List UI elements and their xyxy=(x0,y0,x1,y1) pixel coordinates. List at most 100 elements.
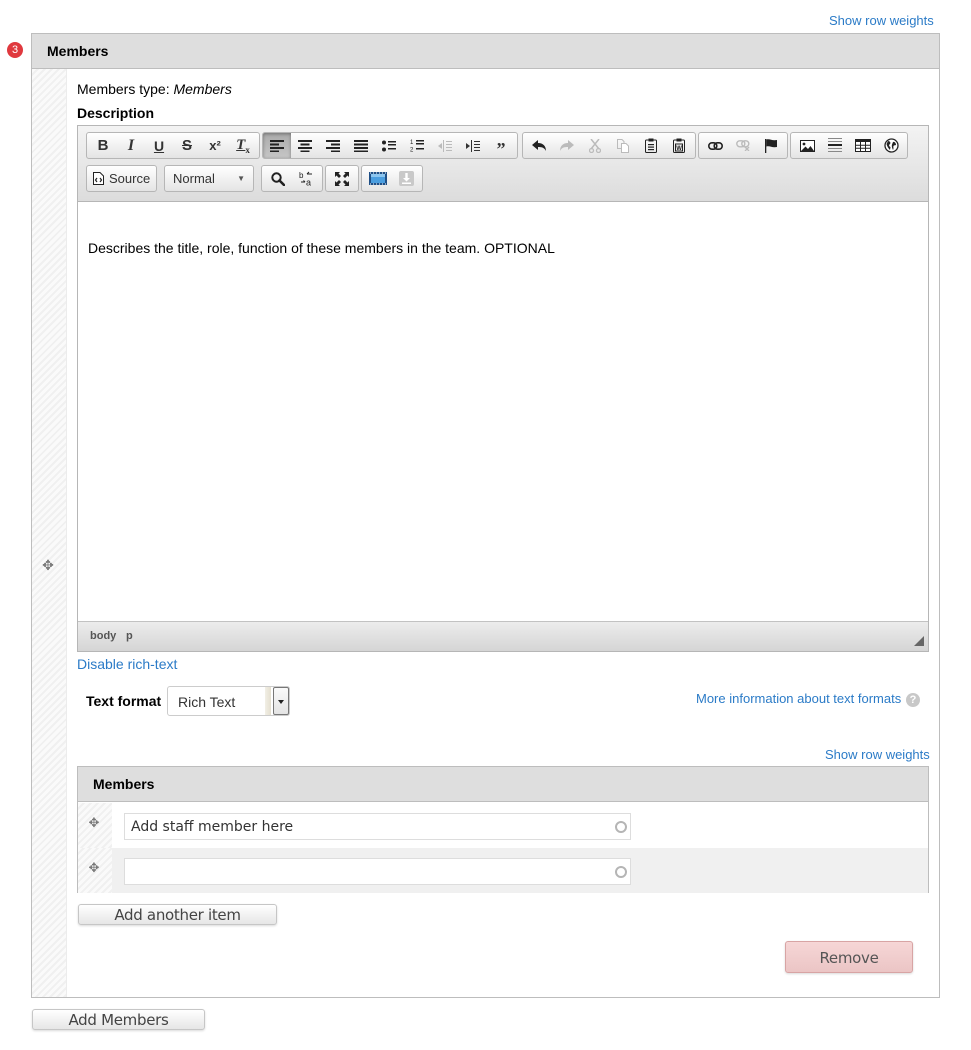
editor-toolbar: B I U S x² Tx 12 ” W Source Normal ▼ b a xyxy=(78,126,928,202)
outdent-button[interactable] xyxy=(431,133,459,158)
row-drag-handle[interactable]: ✥ xyxy=(78,803,112,848)
copy-button[interactable] xyxy=(609,133,637,158)
add-members-button[interactable]: Add Members xyxy=(32,1009,205,1030)
align-right-button[interactable] xyxy=(319,133,347,158)
italic-icon: I xyxy=(127,136,135,154)
editor-status-bar: body p xyxy=(78,621,928,651)
svg-text:b: b xyxy=(299,171,304,180)
underline-icon: U xyxy=(153,137,165,154)
image-icon xyxy=(799,139,815,152)
remove-format-button[interactable]: Tx xyxy=(229,133,257,158)
bold-button[interactable]: B xyxy=(89,133,117,158)
anchor-button[interactable] xyxy=(757,133,785,158)
video-icon xyxy=(369,172,387,185)
more-info-text-formats-link[interactable]: More information about text formats xyxy=(696,691,901,706)
replace-button[interactable]: ba xyxy=(292,166,320,191)
link-icon xyxy=(707,141,723,150)
description-label: Description xyxy=(77,105,155,121)
align-center-button[interactable] xyxy=(291,133,319,158)
cut-button[interactable] xyxy=(581,133,609,158)
toolbar-group-paragraph: 12 ” xyxy=(262,132,518,159)
toolbar-group-tools xyxy=(325,165,359,192)
table-icon xyxy=(855,139,871,152)
drag-handle-column[interactable]: ✥ xyxy=(32,69,67,997)
blockquote-button[interactable]: ” xyxy=(487,133,515,158)
unlink-button[interactable] xyxy=(729,133,757,158)
find-button[interactable] xyxy=(264,166,292,191)
source-button[interactable]: Source xyxy=(87,171,156,186)
image-button[interactable] xyxy=(793,133,821,158)
anchor-flag-icon xyxy=(765,138,777,153)
remove-format-icon: Tx xyxy=(236,136,250,155)
drag-move-icon[interactable]: ✥ xyxy=(87,861,101,875)
row-drag-handle[interactable]: ✥ xyxy=(78,848,112,893)
editor-content-text[interactable]: Describes the title, role, function of t… xyxy=(88,240,555,256)
horizontal-rule-button[interactable] xyxy=(821,133,849,158)
text-format-select[interactable]: Rich Text xyxy=(167,686,290,716)
redo-button[interactable] xyxy=(553,133,581,158)
remove-button[interactable]: Remove xyxy=(785,941,913,973)
italic-button[interactable]: I xyxy=(117,133,145,158)
bulleted-list-button[interactable] xyxy=(375,133,403,158)
svg-text:2: 2 xyxy=(410,148,414,153)
numbered-list-button[interactable]: 12 xyxy=(403,133,431,158)
paste-from-word-button[interactable]: W xyxy=(665,133,693,158)
show-row-weights-link-inner[interactable]: Show row weights xyxy=(825,747,930,762)
toolbar-group-clipboard: W xyxy=(522,132,696,159)
numbered-list-icon: 12 xyxy=(410,140,424,153)
drag-move-icon[interactable]: ✥ xyxy=(87,816,101,830)
bulleted-list-icon xyxy=(382,140,396,151)
toolbar-group-media xyxy=(361,165,423,192)
members-table-header: Members xyxy=(78,767,928,802)
member-input[interactable] xyxy=(124,813,631,840)
format-combo[interactable]: Normal ▼ xyxy=(165,171,253,186)
outdent-icon xyxy=(438,139,452,152)
toolbar-group-document: Source xyxy=(86,165,158,192)
disable-rich-text-link[interactable]: Disable rich-text xyxy=(77,656,177,672)
resize-handle-icon[interactable] xyxy=(914,636,924,646)
align-left-button[interactable] xyxy=(263,133,291,158)
fieldset-title: Members xyxy=(47,43,109,59)
paste-icon xyxy=(645,138,657,153)
insert-file-button[interactable] xyxy=(392,166,420,191)
select-separator xyxy=(265,687,271,715)
editor-content-area[interactable]: Describes the title, role, function of t… xyxy=(78,202,928,622)
drag-move-icon[interactable]: ✥ xyxy=(41,558,55,572)
help-icon[interactable]: ? xyxy=(906,693,920,707)
table-row: ✥ xyxy=(78,848,928,893)
globe-icon xyxy=(883,138,899,153)
element-path-p[interactable]: p xyxy=(126,630,133,642)
paste-button[interactable] xyxy=(637,133,665,158)
add-another-item-button[interactable]: Add another item xyxy=(78,904,277,925)
chevron-down-icon[interactable] xyxy=(273,687,289,715)
strikethrough-icon: S xyxy=(181,137,192,154)
autocomplete-throbber-icon xyxy=(615,821,627,833)
superscript-icon: x² xyxy=(209,138,221,153)
iframe-button[interactable] xyxy=(877,133,905,158)
copy-icon xyxy=(617,138,629,153)
undo-icon xyxy=(532,139,546,151)
show-row-weights-link[interactable]: Show row weights xyxy=(829,13,934,28)
blockquote-icon: ” xyxy=(496,138,506,159)
table-button[interactable] xyxy=(849,133,877,158)
fieldset-header: Members xyxy=(32,34,939,69)
align-center-icon xyxy=(298,139,312,152)
undo-button[interactable] xyxy=(525,133,553,158)
align-left-icon xyxy=(270,139,284,152)
maximize-button[interactable] xyxy=(328,166,356,191)
svg-text:W: W xyxy=(676,146,682,152)
link-button[interactable] xyxy=(701,133,729,158)
maximize-icon xyxy=(335,171,349,186)
redo-icon xyxy=(560,139,574,151)
indent-button[interactable] xyxy=(459,133,487,158)
element-path-body[interactable]: body xyxy=(90,630,116,642)
paste-from-word-icon: W xyxy=(673,138,685,153)
svg-text:1: 1 xyxy=(410,140,414,146)
video-button[interactable] xyxy=(364,166,392,191)
superscript-button[interactable]: x² xyxy=(201,133,229,158)
member-input[interactable] xyxy=(124,858,631,885)
strikethrough-button[interactable]: S xyxy=(173,133,201,158)
justify-button[interactable] xyxy=(347,133,375,158)
cut-icon xyxy=(589,138,601,153)
underline-button[interactable]: U xyxy=(145,133,173,158)
